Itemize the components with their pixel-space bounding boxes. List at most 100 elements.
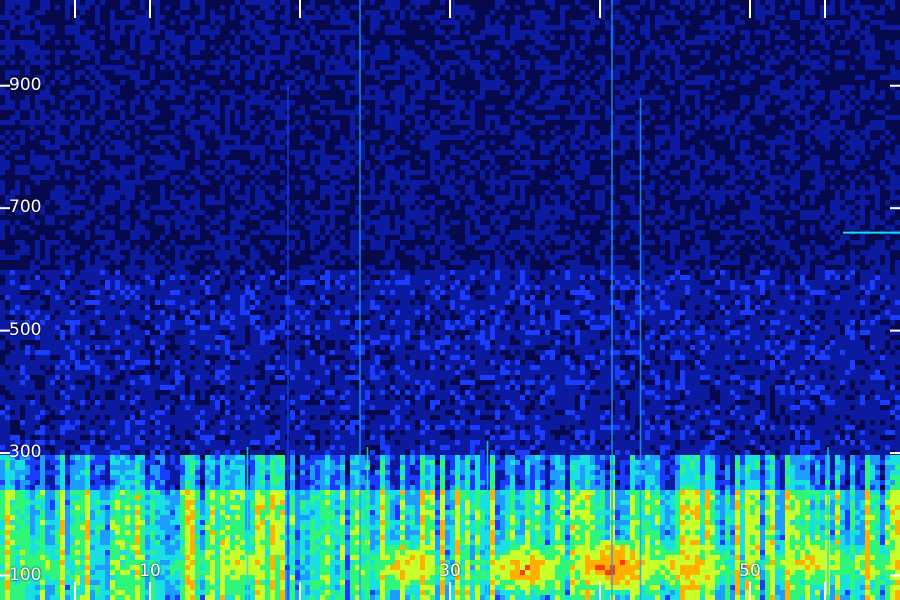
spectrogram-cell <box>0 35 5 40</box>
spectrogram-cell <box>270 30 275 35</box>
spectrogram-cell <box>615 50 620 55</box>
spectrogram-cell <box>410 20 415 25</box>
spectrogram-cell <box>110 25 115 30</box>
spectrogram-cell <box>795 15 800 20</box>
spectrogram-cell <box>185 40 190 45</box>
spectrogram-cell <box>235 40 240 45</box>
spectrogram-cell <box>815 30 820 35</box>
spectrogram-cell <box>645 5 650 10</box>
spectrogram-cell <box>620 25 625 30</box>
spectrogram-cell <box>250 25 255 30</box>
spectrogram-cell <box>465 25 470 30</box>
spectrogram-cell <box>255 30 260 35</box>
spectrogram-cell <box>840 5 845 10</box>
spectrogram-cell <box>885 5 890 10</box>
spectrogram-cell <box>215 55 220 60</box>
spectrogram-cell <box>345 45 350 50</box>
spectrogram-cell <box>205 40 210 45</box>
spectrogram-cell <box>480 40 485 45</box>
spectrogram-cell <box>870 35 875 40</box>
spectrogram-cell <box>470 20 475 25</box>
spectrogram-cell <box>330 15 335 20</box>
spectrogram-cell <box>55 0 60 5</box>
spectrogram-cell <box>95 40 100 45</box>
spectrogram-cell <box>805 15 810 20</box>
spectrogram-cell <box>470 10 475 15</box>
spectrogram-cell <box>280 5 285 10</box>
spectrogram-cell <box>840 10 845 15</box>
spectrogram-cell <box>15 25 20 30</box>
spectrogram-cell <box>835 5 840 10</box>
spectrogram-cell <box>235 50 240 55</box>
spectrogram-cell <box>520 30 525 35</box>
spectrogram-cell <box>155 45 160 50</box>
spectrogram-cell <box>475 15 480 20</box>
spectrogram-cell <box>65 25 70 30</box>
spectrogram-cell <box>480 45 485 50</box>
spectrogram-cell <box>350 0 355 5</box>
spectrogram-cell <box>265 50 270 55</box>
spectrogram-cell <box>780 45 785 50</box>
spectrogram-cell <box>825 30 830 35</box>
spectrogram-cell <box>425 15 430 20</box>
spectrogram-cell <box>565 25 570 30</box>
spectrogram-cell <box>280 55 285 60</box>
spectrogram-cell <box>90 20 95 25</box>
spectrogram-cell <box>665 50 670 55</box>
spectrogram-cell <box>770 50 775 55</box>
spectrogram-cell <box>395 55 400 60</box>
spectrogram-cell <box>550 50 555 55</box>
spectrogram-cell <box>375 30 380 35</box>
spectrogram-cell <box>120 5 125 10</box>
spectrogram-cell <box>465 15 470 20</box>
spectrogram-cell <box>760 50 765 55</box>
spectrogram-cell <box>655 15 660 20</box>
spectrogram-cell <box>120 40 125 45</box>
spectrogram-cell <box>795 0 800 5</box>
spectrogram-cell <box>750 20 755 25</box>
spectrogram-cell <box>585 35 590 40</box>
spectrogram-cell <box>505 40 510 45</box>
spectrogram-cell <box>0 20 5 25</box>
spectrogram-cell <box>755 0 760 5</box>
spectrogram-cell <box>480 15 485 20</box>
spectrogram-cell <box>700 0 705 5</box>
spectrogram-cell <box>450 35 455 40</box>
spectrogram-cell <box>650 45 655 50</box>
spectrogram-cell <box>10 15 15 20</box>
spectrogram-cell <box>890 50 895 55</box>
spectrogram-cell <box>675 50 680 55</box>
spectrogram-cell <box>620 40 625 45</box>
spectrogram-cell <box>505 50 510 55</box>
spectrogram-cell <box>875 15 880 20</box>
spectrogram-cell <box>195 35 200 40</box>
spectrogram-cell <box>175 10 180 15</box>
spectrogram-cell <box>560 25 565 30</box>
spectrogram-cell <box>115 55 120 60</box>
spectrogram-cell <box>350 30 355 35</box>
spectrogram-cell <box>325 10 330 15</box>
spectrogram-cell <box>800 20 805 25</box>
spectrogram-cell <box>535 40 540 45</box>
spectrogram-cell <box>615 45 620 50</box>
spectrogram-cell <box>505 20 510 25</box>
spectrogram-cell <box>295 45 300 50</box>
spectrogram-cell <box>535 20 540 25</box>
spectrogram-cell <box>420 45 425 50</box>
spectrogram-cell <box>135 45 140 50</box>
spectrogram-cell <box>230 45 235 50</box>
spectrogram-cell <box>90 45 95 50</box>
spectrogram-cell <box>200 35 205 40</box>
spectrogram-cell <box>260 55 265 60</box>
spectrogram-cell <box>430 35 435 40</box>
spectrogram-cell <box>240 40 245 45</box>
spectrogram-cell <box>325 55 330 60</box>
spectrogram-cell <box>780 10 785 15</box>
spectrogram-cell <box>885 25 890 30</box>
spectrogram-cell <box>435 5 440 10</box>
spectrogram-cell <box>705 25 710 30</box>
spectrogram-cell <box>790 10 795 15</box>
spectrogram-cell <box>200 30 205 35</box>
spectrogram-cell <box>0 30 5 35</box>
spectrogram-cell <box>225 55 230 60</box>
